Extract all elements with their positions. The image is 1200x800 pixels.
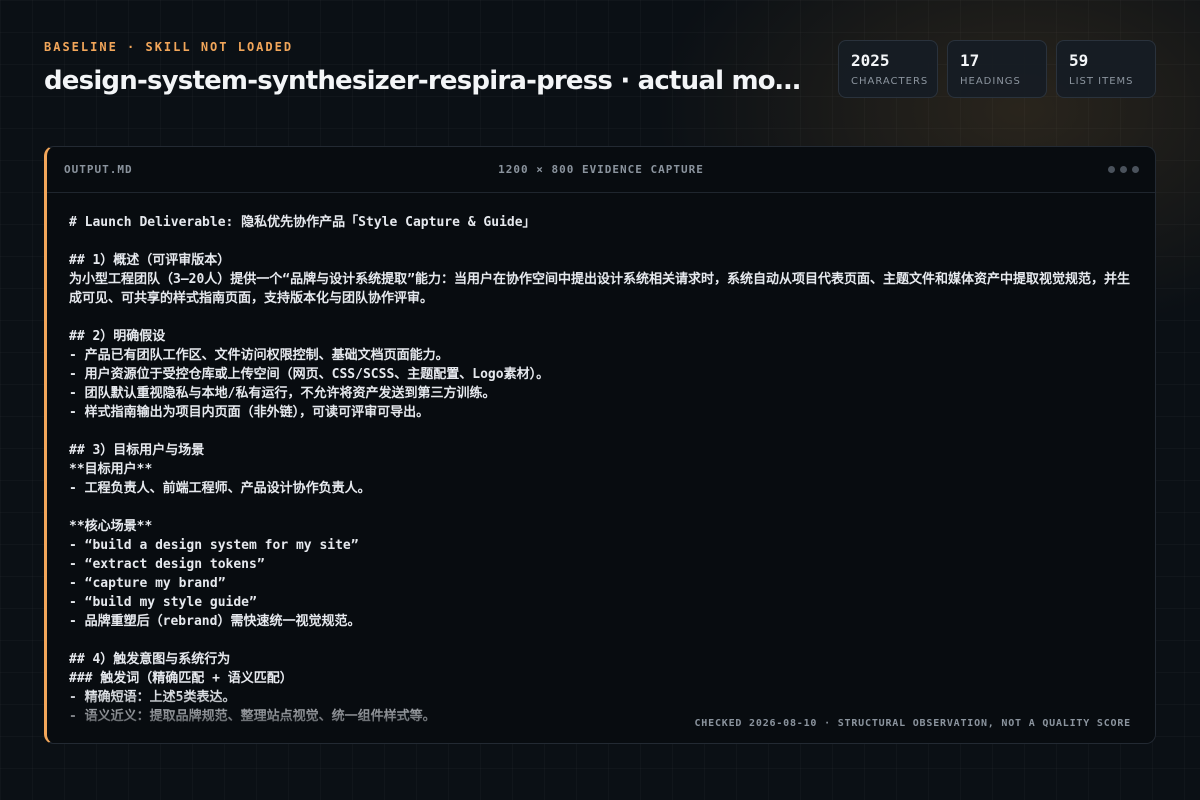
output-line: - 品牌重塑后（rebrand）需快速统一视觉规范。 [69, 614, 361, 629]
output-panel: OUTPUT.MD 1200 × 800 EVIDENCE CAPTURE # … [44, 146, 1156, 744]
stat-value: 17 [960, 51, 980, 70]
output-line: - 团队默认重视隐私与本地/私有运行，不允许将资产发送到第三方训练。 [69, 386, 496, 401]
dot-icon [1132, 166, 1139, 173]
footnote: CHECKED 2026-08-10 · STRUCTURAL OBSERVAT… [694, 718, 1131, 729]
stat-list-items: 59 LIST ITEMS [1056, 40, 1156, 98]
stat-value: 2025 [851, 51, 890, 70]
markdown-output[interactable]: # Launch Deliverable: 隐私优先协作产品「Style Cap… [69, 213, 1135, 733]
stat-label: LIST ITEMS [1069, 76, 1134, 87]
output-line: - “extract design tokens” [69, 557, 265, 572]
output-line: ## 1）概述（可评审版本） [69, 253, 231, 268]
output-line: **目标用户** [69, 462, 153, 477]
dot-icon [1108, 166, 1115, 173]
stat-value: 59 [1069, 51, 1089, 70]
output-line: ## 4）触发意图与系统行为 [69, 652, 231, 667]
output-line: - “build my style guide” [69, 595, 257, 610]
output-line: # Launch Deliverable: 隐私优先协作产品「Style Cap… [69, 215, 536, 230]
panel-title-bar: OUTPUT.MD 1200 × 800 EVIDENCE CAPTURE [47, 147, 1155, 193]
stat-label: CHARACTERS [851, 76, 929, 87]
output-line: - “build a design system for my site” [69, 538, 359, 553]
output-line: ### 触发词（精确匹配 + 语义匹配） [69, 671, 293, 686]
output-line: ## 3）目标用户与场景 [69, 443, 205, 458]
output-line: - 产品已有团队工作区、文件访问权限控制、基础文档页面能力。 [69, 348, 449, 363]
stat-characters: 2025 CHARACTERS [838, 40, 938, 98]
window-dots [1108, 166, 1139, 173]
output-line: ## 2）明确假设 [69, 329, 166, 344]
capture-label: 1200 × 800 EVIDENCE CAPTURE [498, 163, 704, 176]
output-line: 为小型工程团队（3–20人）提供一个“品牌与设计系统提取”能力：当用户在协作空间… [69, 272, 1130, 306]
output-line: - 精确短语：上述5类表达。 [69, 690, 236, 705]
output-line: - 工程负责人、前端工程师、产品设计协作负责人。 [69, 481, 371, 496]
stats-group: 2025 CHARACTERS 17 HEADINGS 59 LIST ITEM… [838, 40, 1156, 98]
stat-headings: 17 HEADINGS [947, 40, 1047, 98]
baseline-kicker: BASELINE · SKILL NOT LOADED [44, 40, 294, 54]
output-line: - “capture my brand” [69, 576, 226, 591]
output-line: **核心场景** [69, 519, 153, 534]
output-line: - 用户资源位于受控仓库或上传空间（网页、CSS/SCSS、主题配置、Logo素… [69, 367, 550, 382]
stat-label: HEADINGS [960, 76, 1021, 87]
page-title: design-system-synthesizer-respira-press … [44, 66, 804, 96]
dot-icon [1120, 166, 1127, 173]
output-line: - 样式指南输出为项目内页面（非外链），可读可评审可导出。 [69, 405, 430, 420]
header: BASELINE · SKILL NOT LOADED design-syste… [44, 40, 804, 96]
